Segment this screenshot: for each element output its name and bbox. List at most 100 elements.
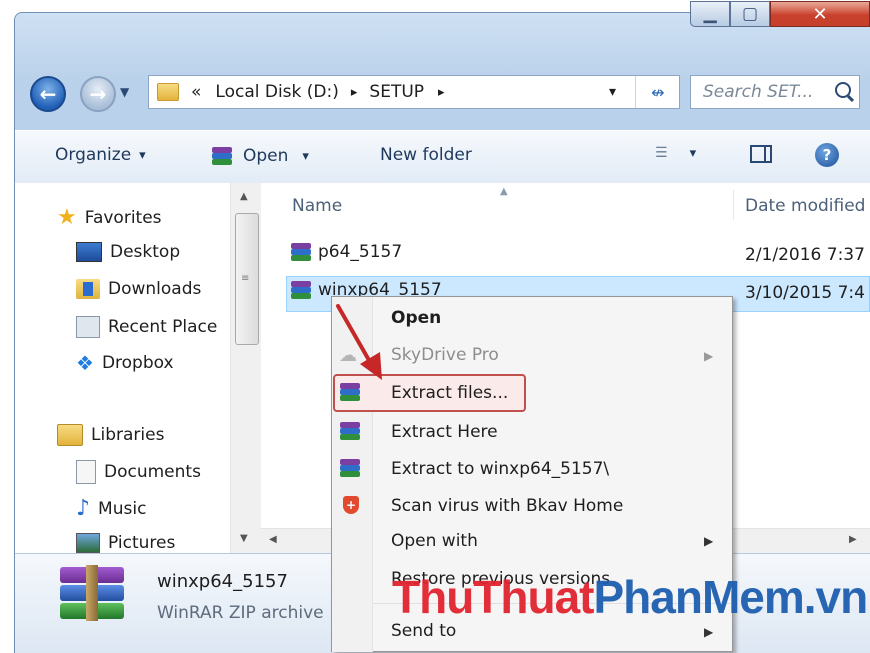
pictures-icon — [76, 533, 100, 553]
column-divider[interactable] — [733, 190, 734, 220]
forward-arrow-icon: → — [89, 82, 107, 106]
nav-favorites-label: Favorites — [84, 207, 162, 228]
menu-extract-here-label: Extract Here — [391, 422, 498, 442]
nav-favorites[interactable]: ★ Favorites — [57, 205, 162, 230]
libraries-icon — [57, 424, 83, 446]
menu-send-to-label: Send to — [391, 621, 457, 641]
command-bar: Organize ▾ Open ▾ New folder ☰ ▾ ? — [15, 130, 870, 184]
help-icon: ? — [815, 143, 839, 167]
submenu-arrow-icon: ▶ — [704, 349, 714, 363]
address-bar[interactable]: « Local Disk (D:) ▸ SETUP ▸ ▾ ↮ — [148, 75, 680, 109]
maximize-button[interactable]: ▢ — [730, 1, 770, 27]
search-input[interactable]: Search SET... — [703, 82, 813, 102]
winrar-icon — [339, 420, 361, 442]
crumb-setup[interactable]: SETUP — [369, 82, 424, 102]
bkav-shield-icon: + — [343, 496, 359, 514]
nav-downloads[interactable]: Downloads — [76, 279, 201, 299]
menu-item-skydrive-pro[interactable]: SkyDrive Pro — [391, 341, 499, 369]
nav-dropbox-label: Dropbox — [101, 353, 174, 373]
open-dropdown-icon: ▾ — [302, 148, 309, 164]
file-name: p64_5157 — [318, 242, 403, 262]
open-button[interactable]: Open ▾ — [211, 145, 309, 167]
menu-scan-virus-label: Scan virus with Bkav Home — [391, 496, 624, 516]
organize-dropdown-icon: ▾ — [139, 147, 146, 163]
column-name[interactable]: Name — [292, 196, 342, 216]
watermark-part3: .vn — [803, 571, 868, 623]
maximize-icon: ▢ — [741, 4, 759, 24]
nav-music[interactable]: ♪ Music — [76, 496, 146, 521]
refresh-button[interactable]: ↮ — [635, 76, 680, 108]
winrar-large-icon — [60, 565, 126, 623]
nav-pictures[interactable]: Pictures — [76, 533, 175, 553]
organize-button[interactable]: Organize ▾ — [55, 145, 146, 165]
menu-open-with-label: Open with — [391, 531, 478, 551]
nav-recent-places[interactable]: Recent Place — [76, 316, 217, 338]
nav-libraries[interactable]: Libraries — [57, 424, 164, 446]
winrar-icon — [339, 457, 361, 479]
search-box[interactable]: Search SET... — [690, 75, 860, 109]
watermark: ThuThuatPhanMem.vn — [392, 570, 868, 624]
open-label: Open — [243, 146, 289, 166]
watermark-part2: PhanMem — [593, 571, 805, 623]
scroll-grip-icon: ≡ — [241, 273, 250, 284]
column-date-modified[interactable]: Date modified — [745, 196, 865, 216]
nav-desktop-label: Desktop — [110, 242, 181, 262]
nav-vertical-scrollbar[interactable]: ▲ ≡ ▼ — [230, 183, 261, 553]
annotation-arrow-icon — [336, 304, 382, 380]
help-button[interactable]: ? — [815, 143, 839, 167]
new-folder-label: New folder — [380, 145, 472, 165]
music-icon: ♪ — [76, 496, 91, 521]
menu-item-extract-to[interactable]: Extract to winxp64_5157\ — [391, 455, 609, 483]
desktop-icon — [76, 242, 102, 262]
menu-item-open[interactable]: Open — [391, 304, 441, 332]
menu-item-scan-virus[interactable]: Scan virus with Bkav Home — [391, 492, 623, 520]
downloads-icon-arrow — [83, 282, 93, 296]
new-folder-button[interactable]: New folder — [380, 145, 472, 165]
back-button[interactable]: ← — [30, 76, 66, 112]
address-dropdown-icon[interactable]: ▾ — [609, 84, 616, 100]
documents-icon — [76, 460, 96, 484]
forward-button[interactable]: → — [80, 76, 116, 112]
details-filetype: WinRAR ZIP archive — [157, 603, 324, 623]
recent-places-icon — [76, 316, 100, 338]
nav-downloads-label: Downloads — [108, 279, 202, 299]
view-list-icon: ☰ — [655, 145, 668, 161]
file-row[interactable]: p64_5157 — [290, 241, 402, 263]
submenu-arrow-icon: ▶ — [704, 534, 714, 548]
crumb-separator-icon[interactable]: ▸ — [438, 85, 445, 100]
nav-documents[interactable]: Documents — [76, 460, 201, 484]
menu-item-open-with[interactable]: Open with — [391, 527, 478, 555]
folder-icon — [157, 83, 179, 101]
menu-item-extract-files[interactable]: Extract files... — [391, 379, 508, 407]
dropbox-icon: ❖ — [76, 351, 94, 375]
nav-documents-label: Documents — [104, 462, 201, 482]
scroll-down-icon[interactable]: ▼ — [240, 533, 248, 544]
details-filename: winxp64_5157 — [157, 571, 288, 592]
preview-pane-icon-divider — [764, 147, 766, 161]
scroll-up-icon[interactable]: ▲ — [240, 191, 248, 202]
organize-label: Organize — [55, 145, 132, 165]
recent-pages-chevron-icon[interactable]: ▼ — [120, 85, 129, 99]
preview-pane-button[interactable] — [750, 145, 772, 163]
scroll-left-icon[interactable]: ◀ — [269, 534, 277, 545]
nav-dropbox[interactable]: ❖ Dropbox — [76, 351, 174, 375]
star-icon: ★ — [57, 205, 77, 230]
nav-recent-places-label: Recent Place — [108, 317, 218, 337]
minimize-button[interactable]: ▁ — [690, 1, 730, 27]
sort-ascending-icon: ▲ — [500, 186, 508, 197]
crumb-local-disk[interactable]: Local Disk (D:) — [215, 82, 338, 102]
close-button[interactable]: ✕ — [770, 1, 870, 27]
scroll-right-icon[interactable]: ▶ — [849, 534, 857, 545]
back-arrow-icon: ← — [39, 82, 57, 106]
downloads-icon — [76, 279, 100, 299]
menu-item-extract-here[interactable]: Extract Here — [391, 418, 498, 446]
address-overflow[interactable]: « — [191, 82, 201, 102]
winrar-icon — [211, 145, 233, 167]
winrar-archive-icon — [290, 279, 312, 301]
nav-libraries-label: Libraries — [91, 425, 165, 445]
crumb-separator-icon[interactable]: ▸ — [351, 85, 358, 100]
close-icon: ✕ — [812, 3, 828, 25]
menu-open-label: Open — [391, 308, 442, 328]
nav-desktop[interactable]: Desktop — [76, 242, 180, 262]
view-options-button[interactable]: ☰ ▾ — [655, 145, 696, 161]
